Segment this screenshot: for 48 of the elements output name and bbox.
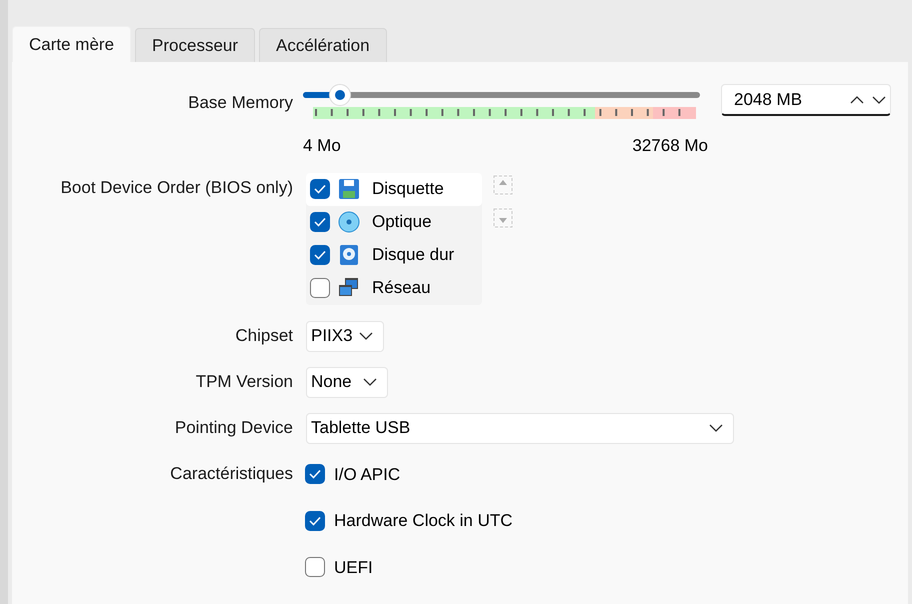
field-label: Chipset (235, 325, 293, 348)
tab[interactable]: Carte mère (12, 26, 132, 62)
min-value-label: 4 Mo (303, 135, 341, 157)
checkbox[interactable] (305, 510, 325, 531)
field-label: TPM Version (196, 371, 293, 394)
field-label: Pointing Device (174, 417, 293, 440)
checkbox[interactable] (310, 278, 330, 298)
device-label: Disquette (372, 178, 444, 200)
checkbox[interactable] (305, 557, 325, 578)
slider-thumb[interactable] (329, 84, 352, 106)
dropdown[interactable]: Tablette USB (306, 412, 734, 444)
checkmark-icon (314, 184, 326, 194)
dropdown[interactable]: None (306, 366, 388, 398)
disc-icon (338, 211, 360, 233)
chevron-down-icon (872, 96, 886, 104)
checkbox[interactable] (305, 464, 325, 484)
field-label: Boot Device Order (BIOS only) (60, 176, 293, 198)
checkmark-icon (309, 516, 321, 526)
checkmark-icon (314, 217, 326, 227)
device-label: Optique (372, 211, 432, 234)
checkmark-icon (309, 469, 321, 480)
memory-slider[interactable] (303, 84, 700, 106)
device-label: Disque dur (372, 244, 454, 266)
dropdown-value: Tablette USB (311, 417, 410, 440)
checkbox[interactable] (310, 245, 330, 265)
boot-device-item[interactable]: Disquette (306, 172, 482, 206)
field-label: Base Memory (188, 92, 293, 114)
chevron-down-icon (709, 424, 723, 432)
checkbox-label: UEFI (334, 556, 373, 578)
max-value-label: 32768 Mo (632, 135, 708, 157)
device-label: Réseau (372, 277, 431, 300)
chevron-down-icon (359, 332, 373, 340)
checkbox-label: Hardware Clock in UTC (334, 510, 513, 532)
checkbox[interactable] (310, 212, 330, 232)
checkbox-label: I/O APIC (334, 464, 400, 486)
checkmark-icon (314, 250, 326, 260)
memory-spin-box[interactable]: 2048 MB (721, 84, 891, 116)
tab[interactable]: Processeur (135, 28, 256, 62)
dropdown-value: PIIX3 (311, 325, 353, 348)
tab[interactable]: Accélération (259, 28, 387, 62)
dropdown[interactable]: PIIX3 (306, 320, 384, 352)
chevron-up-icon[interactable] (850, 96, 864, 104)
memory-value: 2048 MB (734, 88, 804, 111)
field-label: Caractéristiques (170, 462, 293, 484)
checkbox[interactable] (310, 179, 330, 199)
network-icon (338, 277, 360, 299)
chevron-down-icon (363, 378, 377, 386)
dropdown-value: None (311, 371, 352, 394)
